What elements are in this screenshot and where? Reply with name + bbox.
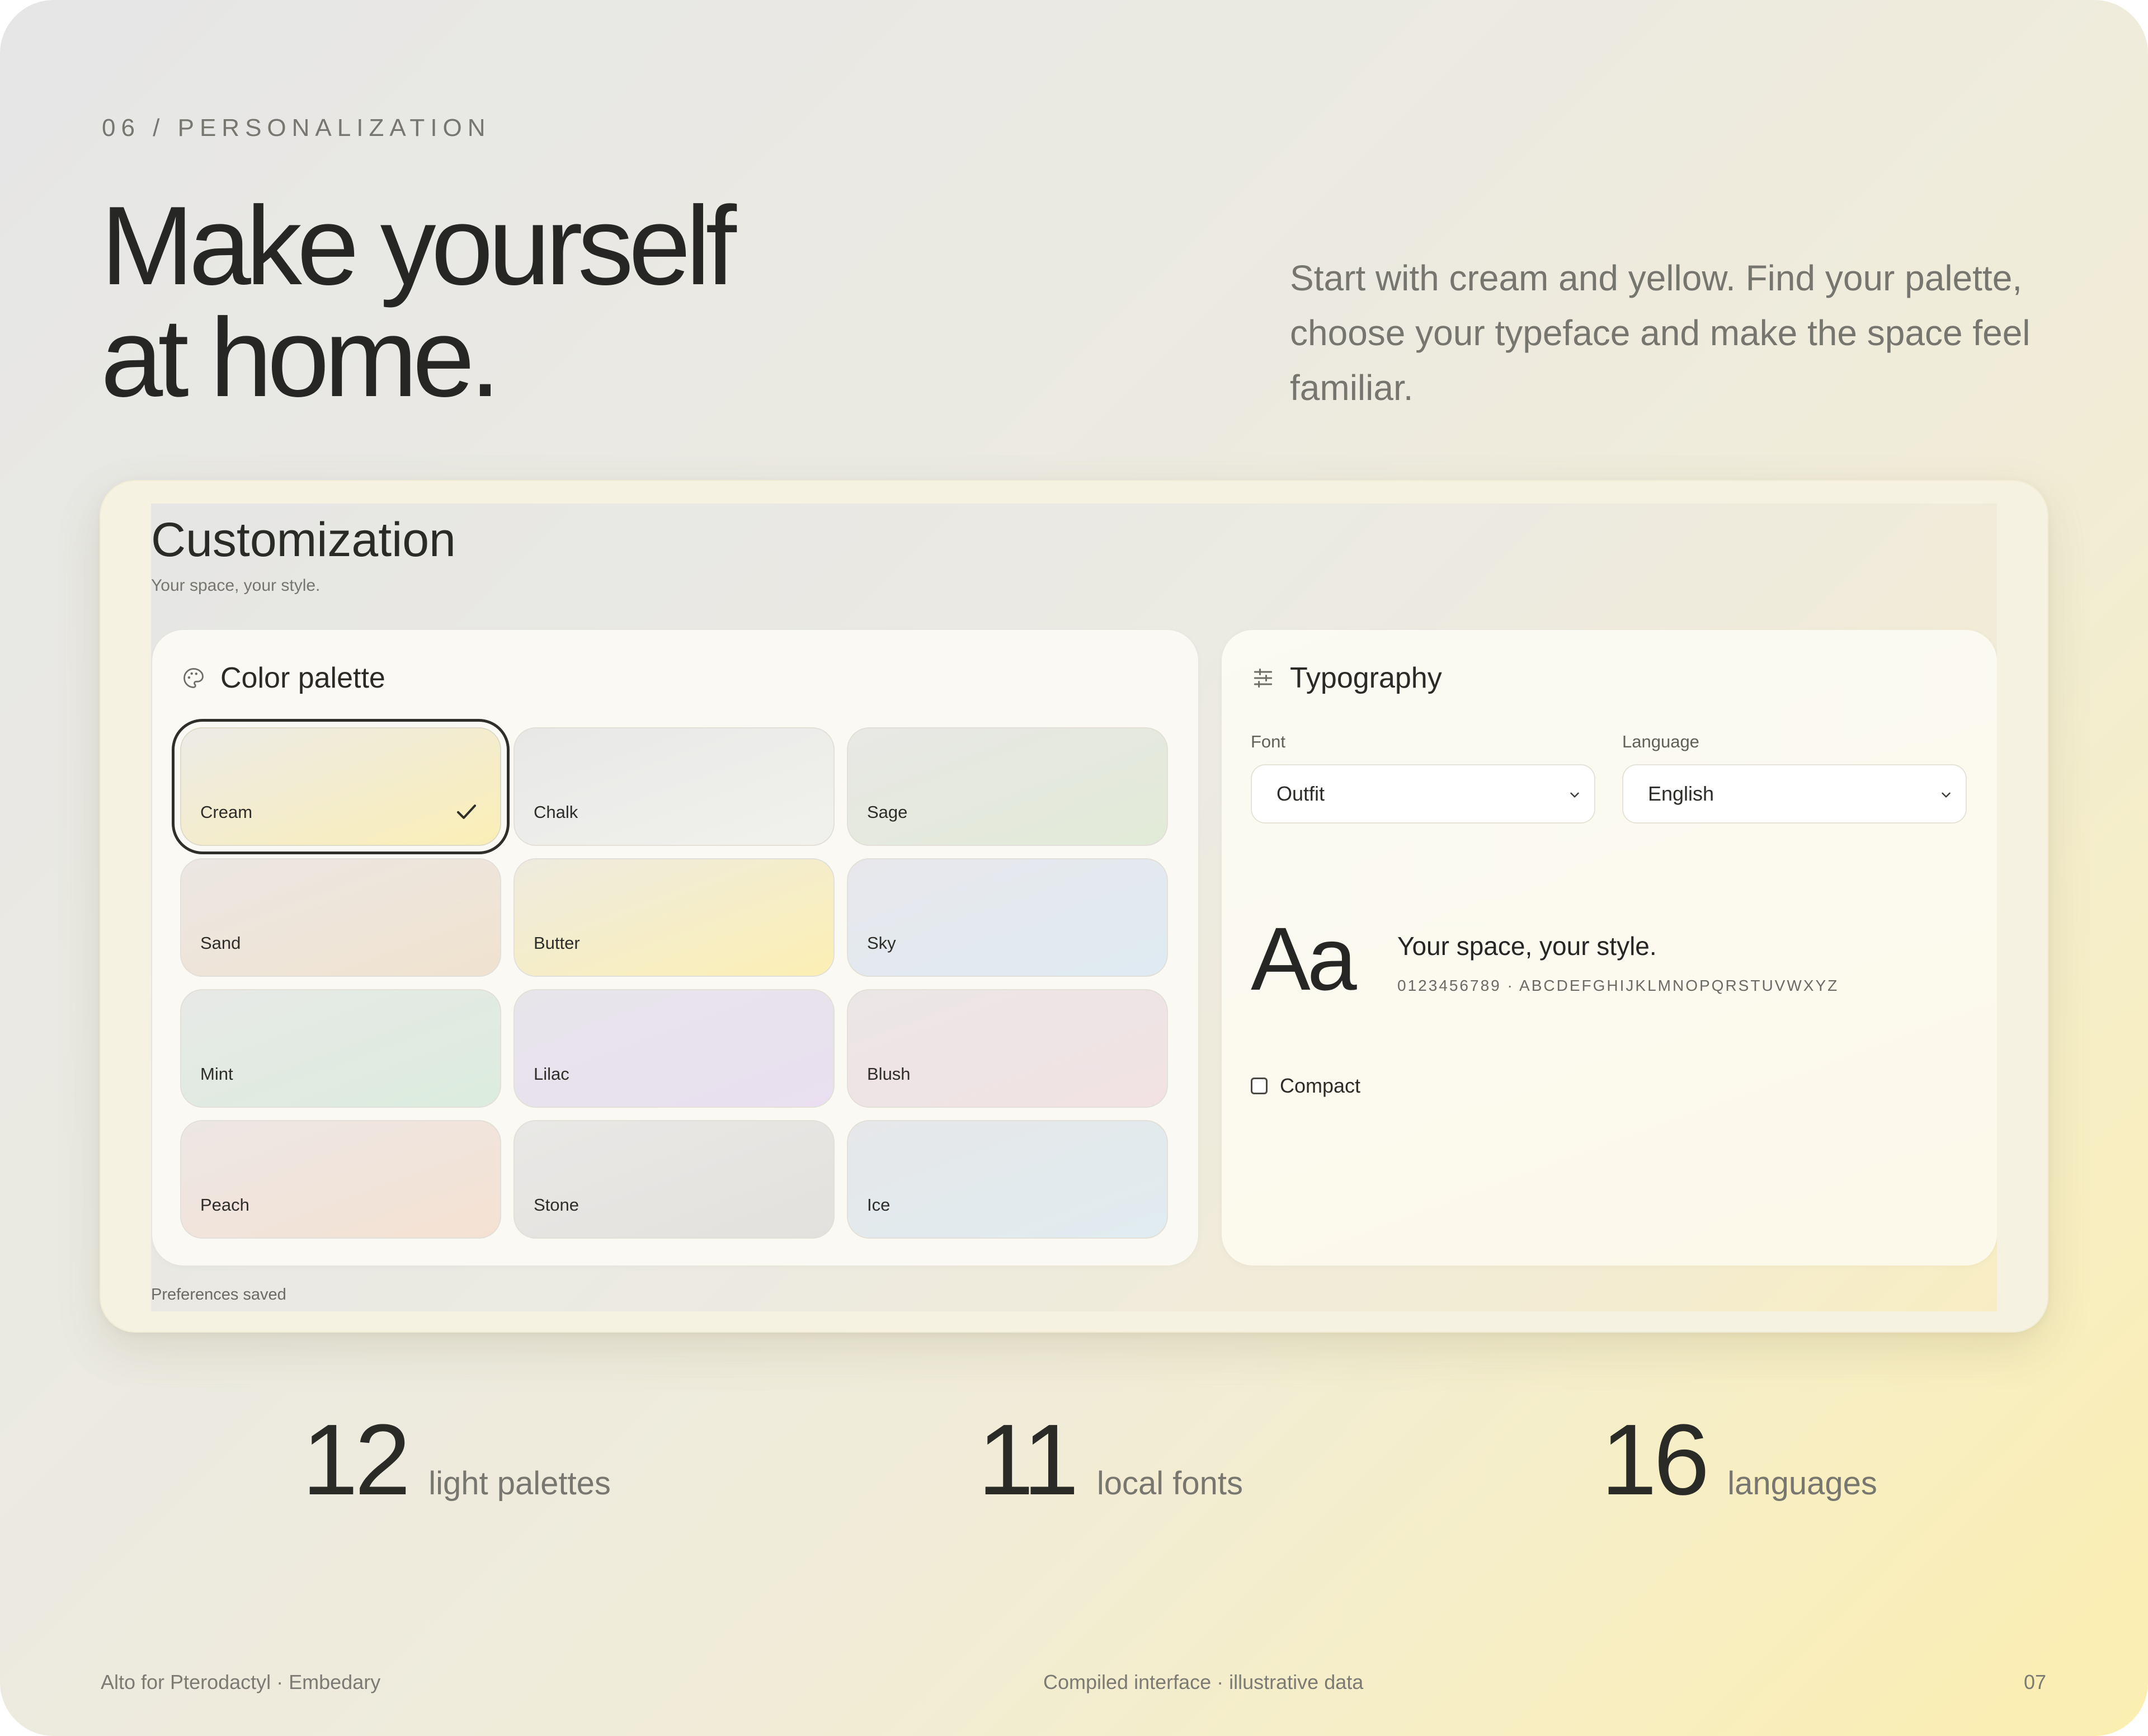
stat-value: 16 bbox=[1601, 1404, 1709, 1516]
swatch-label: Blush bbox=[867, 1064, 911, 1084]
customization-app: Customization Your space, your style. Co… bbox=[151, 504, 1997, 1311]
font-select-value: Outfit bbox=[1276, 782, 1325, 805]
headline-line-1: Make yourself bbox=[101, 184, 737, 308]
status-text: Preferences saved bbox=[151, 1286, 286, 1304]
swatch-label: Mint bbox=[200, 1064, 233, 1084]
font-select[interactable]: Outfit bbox=[1251, 764, 1595, 824]
section-eyebrow: 06 / PERSONALIZATION bbox=[102, 114, 491, 142]
language-select[interactable]: English bbox=[1622, 764, 1967, 824]
chevron-down-icon bbox=[1942, 792, 1951, 798]
typography-card: Typography Font Outfit Language English bbox=[1222, 630, 1997, 1265]
app-subtitle: Your space, your style. bbox=[151, 576, 321, 595]
font-label: Font bbox=[1251, 732, 1286, 751]
page-number: 07 bbox=[2023, 1671, 2046, 1693]
palette-grid: Cream Chalk Sage Sand Butter Sky Mint Lilac Blus… bbox=[172, 719, 1168, 1239]
check-icon bbox=[457, 805, 476, 819]
swatch-label: Cream bbox=[200, 802, 253, 822]
stat-languages: 16 languages bbox=[1601, 1410, 1877, 1511]
intro-text: Start with cream and yellow. Find your p… bbox=[1290, 258, 2031, 408]
footer-left: Alto for Pterodactyl · Embedary bbox=[101, 1671, 381, 1693]
chevron-down-icon bbox=[1570, 792, 1579, 798]
swatch-label: Sand bbox=[200, 933, 241, 953]
color-palette-title: Color palette bbox=[220, 662, 385, 694]
page-headline: Make yourself at home. bbox=[101, 184, 737, 420]
font-preview-glyph: Aa bbox=[1251, 909, 1357, 1009]
font-preview-glyphs: 0123456789 · ABCDEFGHIJKLMNOPQRSTUVWXYZ bbox=[1397, 977, 1839, 994]
swatch-cream[interactable]: Cream bbox=[172, 719, 510, 854]
compact-checkbox[interactable] bbox=[1251, 1078, 1268, 1094]
swatch-sky[interactable]: Sky bbox=[847, 858, 1168, 977]
language-label: Language bbox=[1622, 732, 1699, 751]
swatch-label: Stone bbox=[534, 1195, 580, 1215]
swatch-mint[interactable]: Mint bbox=[180, 989, 501, 1108]
app-screenshot-frame: Customization Your space, your style. Co… bbox=[100, 480, 2048, 1333]
footer-center: Compiled interface · illustrative data bbox=[1043, 1671, 1364, 1693]
stat-label: languages bbox=[1727, 1465, 1877, 1502]
swatch-label: Lilac bbox=[534, 1064, 569, 1084]
stat-palettes: 12 light palettes bbox=[302, 1410, 611, 1511]
app-title: Customization bbox=[151, 513, 456, 567]
font-preview-sample: Your space, your style. bbox=[1397, 931, 1657, 961]
stat-value: 12 bbox=[302, 1404, 411, 1516]
swatch-label: Sage bbox=[867, 802, 908, 822]
color-palette-card: Color palette Cream Chalk Sage Sand Butter Sk… bbox=[152, 630, 1198, 1265]
swatch-butter[interactable]: Butter bbox=[514, 858, 835, 977]
swatch-ice[interactable]: Ice bbox=[847, 1120, 1168, 1239]
compact-label: Compact bbox=[1280, 1074, 1361, 1097]
palette-icon bbox=[183, 668, 204, 688]
swatch-label: Butter bbox=[534, 933, 580, 953]
swatch-stone[interactable]: Stone bbox=[514, 1120, 835, 1239]
compact-toggle[interactable]: Compact bbox=[1251, 1074, 1360, 1098]
swatch-label: Ice bbox=[867, 1195, 891, 1215]
stat-fonts: 11 local fonts bbox=[978, 1410, 1243, 1511]
swatch-blush[interactable]: Blush bbox=[847, 989, 1168, 1108]
swatch-lilac[interactable]: Lilac bbox=[514, 989, 835, 1108]
stat-label: light palettes bbox=[428, 1465, 611, 1502]
stat-label: local fonts bbox=[1096, 1465, 1243, 1502]
typography-header: Typography bbox=[1251, 661, 1442, 695]
typography-title: Typography bbox=[1290, 662, 1442, 694]
sliders-icon bbox=[1254, 668, 1273, 688]
swatch-chalk[interactable]: Chalk bbox=[514, 727, 835, 846]
swatch-label: Peach bbox=[200, 1195, 249, 1215]
swatch-sand[interactable]: Sand bbox=[180, 858, 501, 977]
headline-line-2: at home. bbox=[101, 295, 501, 420]
swatch-label: Chalk bbox=[534, 802, 578, 822]
swatch-peach[interactable]: Peach bbox=[180, 1120, 501, 1239]
swatch-sage[interactable]: Sage bbox=[847, 727, 1168, 846]
stat-value: 11 bbox=[978, 1404, 1079, 1516]
slide: 06 / PERSONALIZATION Make yourself at ho… bbox=[0, 0, 2148, 1736]
swatch-label: Sky bbox=[867, 933, 896, 953]
color-palette-header: Color palette bbox=[181, 661, 385, 695]
language-select-value: English bbox=[1648, 782, 1714, 805]
